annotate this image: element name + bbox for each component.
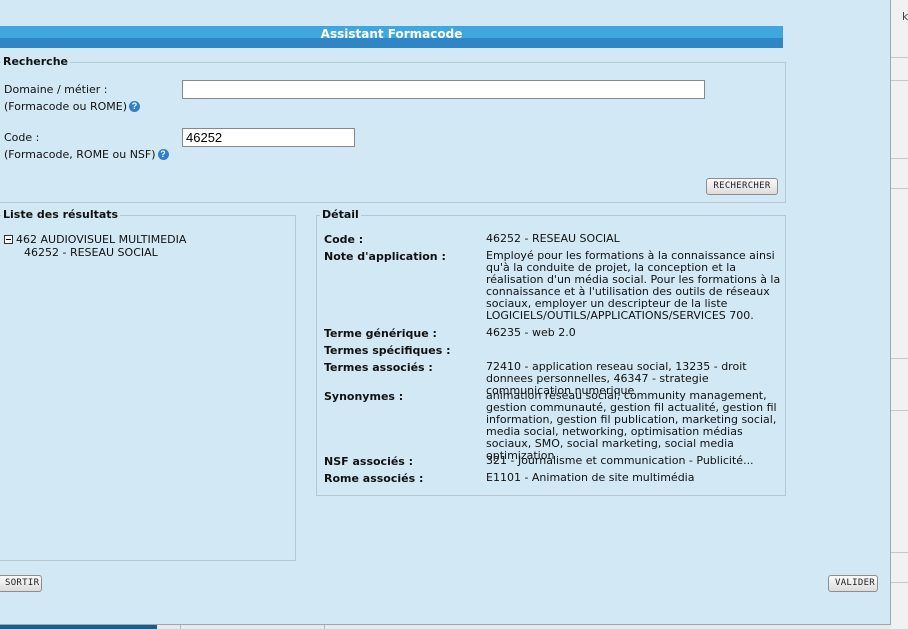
code-label: Code : [4,131,40,144]
help-icon[interactable]: ? [157,149,169,160]
tree-node[interactable]: 462 AUDIOVISUEL MULTIMEDIA [4,233,186,246]
detail-label-note: Note d'application : [324,250,446,263]
detail-value-note: Employé pour les formations à la connais… [486,249,781,322]
tree-leaf[interactable]: 46252 - RESEAU SOCIAL [4,246,186,259]
code-sub-text: (Formacode, ROME ou NSF) [4,148,156,161]
search-legend: Recherche [1,55,70,68]
search-button[interactable]: RECHERCHER [706,178,778,195]
results-fieldset [0,215,296,561]
domaine-input[interactable] [182,80,705,99]
detail-legend: Détail [320,208,361,221]
tree-node-label[interactable]: 462 AUDIOVISUEL MULTIMEDIA [16,233,186,246]
domaine-sublabel: (Formacode ou ROME)? [4,100,140,113]
detail-value-code: 46252 - RESEAU SOCIAL [486,232,620,245]
exit-button[interactable]: SORTIR [0,575,42,592]
formacode-dialog: Assistant Formacode Recherche Domaine / … [0,0,891,625]
background-page-edge [891,0,908,629]
detail-value-nsf: 321 - Journalisme et communication - Pub… [486,454,754,467]
detail-value-synonyms: animation réseau social, community manag… [486,389,777,462]
tree-leaf-label[interactable]: 46252 - RESEAU SOCIAL [24,246,158,259]
detail-label-nsf: NSF associés : [324,455,414,468]
detail-value-generic: 46235 - web 2.0 [486,326,576,339]
collapse-icon[interactable] [4,235,13,244]
domaine-label: Domaine / métier : [4,83,108,96]
detail-value-rome: E1101 - Animation de site multimédia [486,471,695,484]
results-tree: 462 AUDIOVISUEL MULTIMEDIA 46252 - RESEA… [4,233,186,259]
dialog-title: Assistant Formacode [320,27,463,41]
code-input[interactable] [182,128,355,147]
results-legend: Liste des résultats [1,208,121,221]
domaine-sub-text: (Formacode ou ROME) [4,100,127,113]
detail-label-associated: Termes associés : [324,361,433,374]
detail-label-code: Code : [324,233,364,246]
dialog-title-bar[interactable]: Assistant Formacode [0,26,783,48]
help-icon[interactable]: ? [129,101,140,112]
detail-label-generic: Terme générique : [324,327,437,340]
detail-label-synonyms: Synonymes : [324,390,404,403]
detail-label-specific: Termes spécifiques : [324,344,451,357]
detail-label-rome: Rome associés : [324,472,424,485]
code-sublabel: (Formacode, ROME ou NSF)? [4,148,169,161]
validate-button[interactable]: VALIDER [828,575,878,592]
background-text: k [902,10,908,23]
